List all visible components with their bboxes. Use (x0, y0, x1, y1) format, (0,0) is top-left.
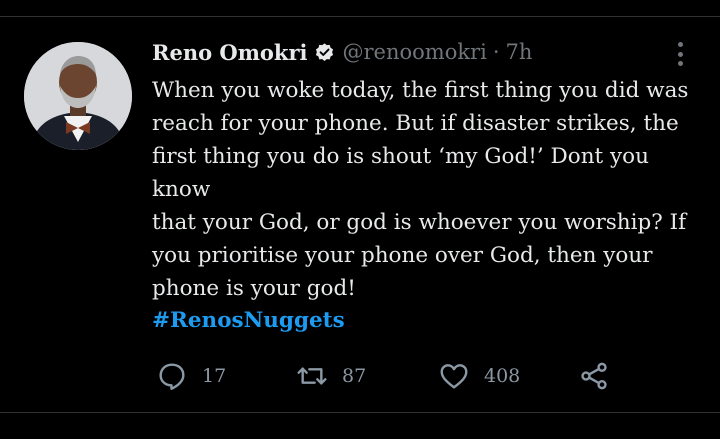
hashtag-link[interactable]: #RenosNuggets (152, 304, 345, 337)
verified-badge-icon (315, 42, 333, 61)
header-separator: · (492, 40, 500, 64)
reply-count: 17 (202, 365, 227, 387)
reply-button[interactable]: 17 (156, 358, 226, 394)
reply-icon (159, 363, 185, 390)
like-button[interactable]: 408 (438, 358, 520, 394)
tweet-timestamp[interactable]: 7h (506, 40, 533, 64)
share-icon (581, 362, 607, 390)
tweet-actions: 17 87 408 (150, 358, 630, 394)
tweet-text: When you woke today, the first thing you… (152, 78, 689, 301)
avatar[interactable] (24, 42, 132, 150)
tweet-card[interactable]: Reno Omokri @renoomokri · 7h When you wo… (0, 0, 720, 439)
tweet-header: Reno Omokri @renoomokri · 7h (152, 36, 532, 68)
like-icon (440, 364, 468, 389)
share-button[interactable] (578, 358, 610, 394)
more-dot (677, 51, 683, 57)
bottom-divider (0, 412, 720, 413)
retweet-button[interactable]: 87 (296, 358, 366, 394)
retweet-icon (297, 367, 327, 385)
retweet-count: 87 (342, 365, 367, 387)
author-handle[interactable]: @renoomokri (343, 40, 487, 64)
more-dot (677, 61, 683, 66)
like-count: 408 (484, 365, 521, 387)
more-dot (677, 42, 683, 47)
avatar-image (24, 42, 132, 150)
more-options-icon[interactable] (670, 40, 690, 68)
author-name[interactable]: Reno Omokri (152, 40, 308, 65)
